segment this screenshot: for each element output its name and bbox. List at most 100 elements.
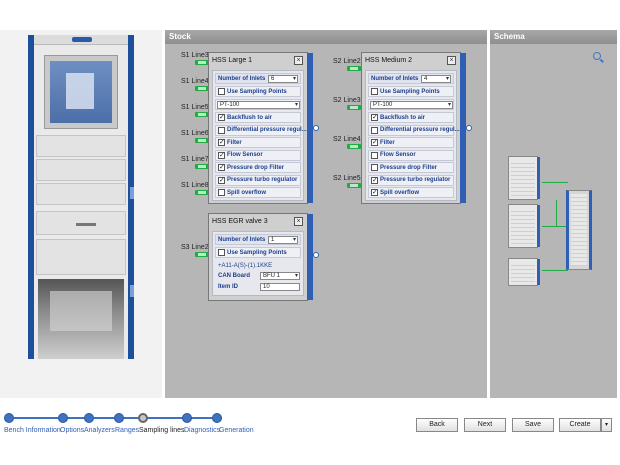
item-id-input[interactable]: 10 [260, 282, 300, 291]
option-checkbox[interactable]: ✓ [218, 176, 225, 184]
connector-icon[interactable] [347, 183, 361, 188]
step-bench-information[interactable]: Bench Information [4, 427, 61, 434]
option-row: Pressure drop Filter [368, 162, 454, 173]
module-card-hss-large[interactable]: HSS Large 1 × Number of Inlets 6 Use Sam… [208, 52, 319, 204]
zoom-icon[interactable] [593, 52, 601, 60]
link-icon[interactable] [466, 125, 472, 131]
brand-logo [72, 37, 92, 42]
option-checkbox[interactable]: ✓ [218, 151, 225, 159]
line-label: S1 Line3 [181, 52, 209, 59]
chevron-down-icon[interactable]: ▾ [601, 418, 612, 432]
step-dot-active[interactable] [138, 413, 148, 423]
option-checkbox[interactable] [371, 151, 378, 159]
close-icon[interactable]: × [294, 56, 303, 65]
inlets-select[interactable]: 4 [421, 74, 451, 83]
use-sampling-checkbox[interactable] [218, 249, 225, 256]
schema-header: Schema [490, 30, 617, 44]
line-label: S1 Line5 [181, 104, 209, 111]
connector-icon[interactable] [195, 252, 209, 257]
option-row: ✓ Flow Sensor [215, 149, 301, 161]
option-label: Differential pressure regul... [380, 127, 460, 133]
connector-icon[interactable] [195, 60, 209, 65]
sensor-select[interactable]: PT-100 [217, 100, 300, 109]
option-label: Spill overflow [227, 189, 267, 196]
option-row: Differential pressure regul... [215, 124, 307, 136]
step-options[interactable]: Options [60, 427, 84, 434]
schema-module-thumbnail[interactable] [508, 156, 540, 200]
link-icon[interactable] [313, 125, 319, 131]
step-dot[interactable] [182, 413, 192, 423]
step-ranges[interactable]: Ranges [115, 427, 139, 434]
connector-icon[interactable] [347, 66, 361, 71]
connector-icon[interactable] [195, 112, 209, 117]
option-label: Filter [380, 139, 395, 146]
option-row: ✓ Backflush to air [368, 112, 454, 123]
card-title: HSS Medium 2 [365, 57, 413, 64]
step-sampling-lines[interactable]: Sampling lines [139, 427, 185, 434]
close-icon[interactable]: × [294, 217, 303, 226]
line-label: S1 Line8 [181, 182, 209, 189]
line-label: S1 Line7 [181, 156, 209, 163]
option-label: Spill overflow [380, 189, 420, 196]
back-button[interactable]: Back [416, 418, 458, 432]
inlets-select[interactable]: 1 [268, 235, 298, 244]
next-button[interactable]: Next [464, 418, 506, 432]
option-checkbox[interactable] [371, 126, 378, 134]
connector-icon[interactable] [195, 138, 209, 143]
card-title: HSS EGR valve 3 [212, 218, 268, 225]
use-sampling-checkbox[interactable] [371, 88, 378, 95]
inlets-select[interactable]: 6 [268, 74, 298, 83]
step-dot[interactable] [212, 413, 222, 423]
bench-preview [0, 30, 162, 398]
connector-icon[interactable] [347, 105, 361, 110]
connector-icon[interactable] [195, 190, 209, 195]
option-checkbox[interactable]: ✓ [218, 164, 225, 171]
option-label: Pressure turbo regulator [380, 177, 451, 183]
connector-icon[interactable] [347, 144, 361, 149]
schema-bench-thumbnail[interactable] [566, 190, 592, 270]
option-row: Differential pressure regul... [368, 124, 460, 136]
option-checkbox[interactable]: ✓ [371, 114, 378, 121]
module-card-hss-egr[interactable]: HSS EGR valve 3 × Number of Inlets 1 Use… [208, 213, 319, 301]
option-label: Backflush to air [380, 114, 426, 121]
line-label: S2 Line3 [333, 97, 361, 104]
close-icon[interactable]: × [447, 56, 456, 65]
option-checkbox[interactable] [371, 164, 378, 171]
option-checkbox[interactable]: ✓ [371, 176, 378, 184]
option-checkbox[interactable]: ✓ [371, 139, 378, 146]
option-label: Filter [227, 139, 242, 146]
option-row: ✓ Spill overflow [368, 187, 454, 198]
can-board-select[interactable]: BFU 1 [260, 271, 300, 280]
option-label: Pressure drop Filter [227, 164, 285, 171]
stock-panel: Stock S1 Line3 S1 Line4 S1 Line5 S1 Line… [165, 30, 487, 398]
step-dot[interactable] [84, 413, 94, 423]
option-checkbox[interactable] [218, 126, 225, 134]
option-checkbox[interactable]: ✓ [371, 189, 378, 196]
step-dot[interactable] [114, 413, 124, 423]
option-row: ✓ Pressure turbo regulator [215, 174, 301, 186]
option-label: Pressure turbo regulator [227, 177, 298, 183]
step-analyzers[interactable]: Analyzers [84, 427, 115, 434]
connector-icon[interactable] [195, 164, 209, 169]
schema-module-thumbnail[interactable] [508, 258, 540, 286]
option-row: ✓ Backflush to air [215, 112, 301, 123]
step-diagnostics[interactable]: Diagnostics [184, 427, 220, 434]
option-label: Flow Sensor [380, 152, 416, 158]
save-button[interactable]: Save [512, 418, 554, 432]
line-label: S1 Line6 [181, 130, 209, 137]
sensor-select[interactable]: PT-100 [370, 100, 453, 109]
step-dot[interactable] [4, 413, 14, 423]
step-generation[interactable]: Generation [219, 427, 254, 434]
step-dot[interactable] [58, 413, 68, 423]
create-button[interactable]: Create [559, 418, 601, 432]
cabinet-screen [44, 55, 118, 129]
option-checkbox[interactable] [218, 189, 225, 196]
option-checkbox[interactable]: ✓ [218, 114, 225, 121]
connector-icon[interactable] [195, 86, 209, 91]
module-card-hss-medium[interactable]: HSS Medium 2 × Number of Inlets 4 Use Sa… [361, 52, 472, 204]
link-icon[interactable] [313, 252, 319, 258]
option-checkbox[interactable]: ✓ [218, 139, 225, 146]
option-row: ✓ Filter [215, 137, 301, 148]
schema-module-thumbnail[interactable] [508, 204, 540, 248]
use-sampling-checkbox[interactable] [218, 88, 225, 95]
